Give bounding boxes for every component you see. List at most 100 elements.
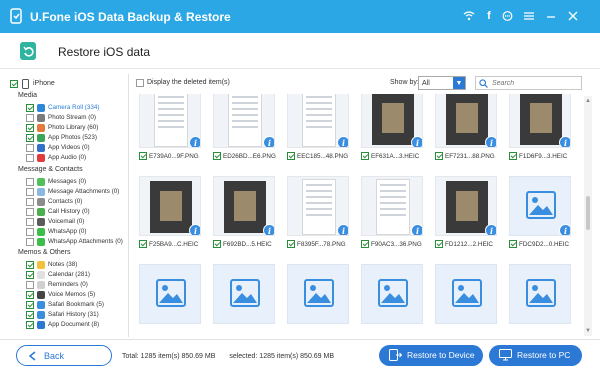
tree-item-checkbox[interactable]: [26, 113, 34, 122]
info-icon[interactable]: i: [559, 224, 570, 235]
photo-checkbox[interactable]: [435, 240, 443, 248]
photo-checkbox[interactable]: [509, 152, 517, 160]
back-button[interactable]: Back: [16, 345, 112, 366]
menu-icon[interactable]: [522, 9, 536, 23]
info-icon[interactable]: i: [337, 136, 348, 147]
tree-item[interactable]: App Videos (0): [26, 143, 90, 152]
photo-checkbox[interactable]: [287, 240, 295, 248]
photo-checkbox[interactable]: [509, 240, 517, 248]
info-icon[interactable]: i: [263, 224, 274, 235]
tree-item-checkbox[interactable]: [26, 197, 34, 206]
info-icon[interactable]: i: [263, 136, 274, 147]
search-input[interactable]: [492, 78, 578, 88]
tree-item[interactable]: WhatsApp Attachments (0): [26, 237, 123, 246]
restore-to-pc-button[interactable]: Restore to PC: [489, 345, 582, 366]
tree-item-checkbox[interactable]: [26, 227, 34, 236]
tree-item[interactable]: Contacts (0): [26, 197, 82, 206]
photo-checkbox[interactable]: [139, 240, 147, 248]
tree-item-checkbox[interactable]: [26, 103, 34, 112]
wifi-icon[interactable]: [462, 9, 476, 23]
info-icon[interactable]: i: [337, 224, 348, 235]
tree-item-checkbox[interactable]: [26, 217, 34, 226]
info-icon[interactable]: i: [189, 136, 200, 147]
photo-thumbnail[interactable]: i: [213, 176, 275, 236]
tree-item[interactable]: App Document (8): [26, 320, 99, 329]
tree-item-checkbox[interactable]: [26, 187, 34, 196]
photo-thumbnail[interactable]: i: [139, 94, 201, 148]
photo-checkbox[interactable]: [213, 240, 221, 248]
search-box[interactable]: [475, 76, 582, 90]
photo-thumbnail[interactable]: i: [287, 94, 349, 148]
minimize-icon[interactable]: [544, 9, 558, 23]
tree-item[interactable]: Notes (38): [26, 260, 77, 269]
restore-to-device-button[interactable]: Restore to Device: [379, 345, 483, 366]
tree-item[interactable]: WhatsApp (0): [26, 227, 87, 236]
tree-item-checkbox[interactable]: [26, 143, 34, 152]
tree-item[interactable]: Messages (0): [26, 177, 86, 186]
photo-thumbnail[interactable]: i: [509, 94, 571, 148]
tree-item-checkbox[interactable]: [26, 270, 34, 279]
photo-checkbox[interactable]: [287, 152, 295, 160]
info-icon[interactable]: i: [411, 136, 422, 147]
tree-item[interactable]: Calendar (281): [26, 270, 90, 279]
photo-thumbnail[interactable]: [509, 264, 571, 324]
scroll-down-icon[interactable]: ▼: [585, 328, 591, 334]
scroll-up-icon[interactable]: ▲: [585, 98, 591, 104]
tree-item-checkbox[interactable]: [26, 310, 34, 319]
photo-thumbnail[interactable]: [213, 264, 275, 324]
photo-thumbnail[interactable]: [361, 264, 423, 324]
photo-thumbnail[interactable]: [287, 264, 349, 324]
scrollbar-thumb[interactable]: [586, 196, 590, 230]
tree-item-checkbox[interactable]: [26, 237, 34, 246]
photo-thumbnail[interactable]: [139, 264, 201, 324]
info-icon[interactable]: i: [189, 224, 200, 235]
photo-checkbox[interactable]: [361, 152, 369, 160]
show-by-select[interactable]: All ▼: [418, 76, 466, 90]
tree-item[interactable]: Safari Bookmark (5): [26, 300, 104, 309]
tree-item-checkbox[interactable]: [26, 280, 34, 289]
photo-thumbnail[interactable]: i: [361, 94, 423, 148]
photo-thumbnail[interactable]: i: [287, 176, 349, 236]
tree-item[interactable]: Safari History (31): [26, 310, 99, 319]
info-icon[interactable]: i: [411, 224, 422, 235]
tree-item[interactable]: Voice Memos (5): [26, 290, 95, 299]
photo-thumbnail[interactable]: i: [435, 94, 497, 148]
photo-checkbox[interactable]: [361, 240, 369, 248]
photo-thumbnail[interactable]: i: [435, 176, 497, 236]
facebook-icon[interactable]: f: [482, 9, 496, 23]
tree-item-checkbox[interactable]: [26, 320, 34, 329]
close-icon[interactable]: [566, 9, 580, 23]
tree-item-checkbox[interactable]: [26, 207, 34, 216]
tree-item-checkbox[interactable]: [26, 153, 34, 162]
tree-item-checkbox[interactable]: [26, 133, 34, 142]
photo-thumbnail[interactable]: i: [139, 176, 201, 236]
photo-thumbnail[interactable]: i: [213, 94, 275, 148]
tree-item-checkbox[interactable]: [26, 177, 34, 186]
photo-thumbnail[interactable]: [435, 264, 497, 324]
tree-item-checkbox[interactable]: [26, 123, 34, 132]
photo-thumbnail[interactable]: i: [361, 176, 423, 236]
tree-item[interactable]: App Audio (0): [26, 153, 86, 162]
tree-item[interactable]: App Photos (523): [26, 133, 97, 142]
photo-checkbox[interactable]: [213, 152, 221, 160]
show-deleted-checkbox[interactable]: [136, 79, 144, 87]
tree-item[interactable]: Call History (0): [26, 207, 90, 216]
tree-item[interactable]: Camera Roll (334): [26, 103, 99, 112]
tree-item[interactable]: Reminders (0): [26, 280, 88, 289]
root-checkbox[interactable]: [10, 79, 18, 88]
tree-item-checkbox[interactable]: [26, 290, 34, 299]
vertical-scrollbar[interactable]: ▲ ▼: [584, 96, 592, 336]
chat-icon[interactable]: [500, 9, 514, 23]
photo-thumbnail[interactable]: i: [509, 176, 571, 236]
tree-item-checkbox[interactable]: [26, 260, 34, 269]
info-icon[interactable]: i: [559, 136, 570, 147]
tree-item-checkbox[interactable]: [26, 300, 34, 309]
info-icon[interactable]: i: [485, 224, 496, 235]
tree-item[interactable]: Message Attachments (0): [26, 187, 119, 196]
chevron-down-icon[interactable]: ▼: [453, 77, 465, 89]
tree-root-iphone[interactable]: iPhone: [10, 78, 55, 89]
photo-checkbox[interactable]: [139, 152, 147, 160]
tree-item[interactable]: Voicemail (0): [26, 217, 84, 226]
tree-item[interactable]: Photo Library (60): [26, 123, 98, 132]
info-icon[interactable]: i: [485, 136, 496, 147]
